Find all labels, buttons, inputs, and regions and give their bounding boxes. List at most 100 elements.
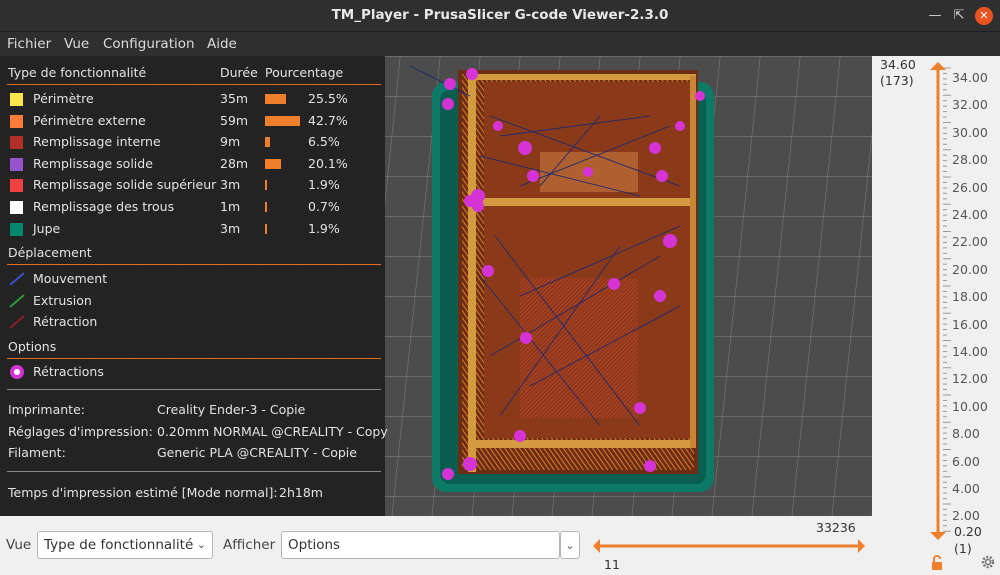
layer-tick-label: 30.00	[952, 124, 988, 140]
feature-row[interactable]: Remplissage interne 9m 6.5%	[0, 132, 380, 152]
legend-header-duration: Durée	[220, 65, 258, 80]
show-options-dropdown-button[interactable]: ⌄	[560, 531, 580, 559]
travel-row[interactable]: Rétraction	[0, 312, 380, 332]
feature-color-swatch	[10, 157, 23, 171]
feature-percent-bar	[265, 115, 300, 126]
layer-tick-label: 10.00	[952, 398, 988, 414]
legend-divider	[7, 84, 381, 85]
feature-percent-bar	[265, 158, 282, 169]
chevron-down-icon: ⌄	[196, 538, 206, 551]
layer-tick-label: 12.00	[952, 371, 988, 387]
show-label: Afficher	[223, 537, 276, 553]
feature-row[interactable]: Périmètre 35m 25.5%	[0, 89, 380, 109]
info-label: Imprimante:	[8, 402, 85, 417]
info-value: 0.20mm NORMAL @CREALITY - Copy	[157, 423, 388, 439]
retraction-icon	[10, 365, 24, 379]
feature-duration: 3m	[220, 177, 241, 193]
lock-icon[interactable]	[929, 555, 945, 571]
layer-tick-label: 2.00	[952, 508, 980, 524]
layer-top-index: (173)	[880, 73, 914, 88]
feature-label: Périmètre	[33, 91, 94, 106]
view-type-select[interactable]: Type de fonctionnalité ⌄	[37, 531, 213, 559]
feature-color-swatch	[10, 222, 23, 236]
legend-divider	[7, 264, 381, 265]
view-type-value: Type de fonctionnalité	[44, 537, 194, 553]
travel-label: Extrusion	[33, 292, 92, 308]
feature-label: Remplissage solide	[33, 155, 153, 171]
feature-color-swatch	[10, 114, 23, 128]
feature-percent-bar	[265, 137, 271, 148]
menu-bar: Fichier Vue Configuration Aide	[0, 32, 1000, 56]
menu-aide[interactable]: Aide	[207, 36, 237, 52]
moves-right-thumb[interactable]	[858, 539, 865, 553]
layer-bottom-value: 0.20	[954, 524, 982, 539]
moves-left-thumb[interactable]	[593, 539, 600, 553]
moves-max-value: 33236	[816, 520, 856, 535]
show-options-input[interactable]: Options	[281, 531, 560, 559]
bottom-toolbar: Vue Type de fonctionnalité ⌄ Afficher Op…	[0, 516, 872, 575]
moves-min-value: 11	[604, 557, 620, 572]
travel-line-icon	[9, 293, 25, 308]
feature-percent: 1.9%	[308, 220, 340, 236]
close-icon[interactable]: ✕	[975, 7, 993, 25]
legend-travel-title: Déplacement	[8, 245, 92, 260]
legend-header-feature: Type de fonctionnalité	[8, 65, 147, 80]
info-row: Réglages d'impression: 0.20mm NORMAL @CRE…	[0, 422, 388, 442]
show-options-value: Options	[288, 537, 341, 553]
layer-tick-marks	[943, 67, 951, 532]
feature-row[interactable]: Périmètre externe 59m 42.7%	[0, 111, 380, 131]
feature-percent: 0.7%	[308, 199, 340, 214]
layer-tick-label: 28.00	[952, 152, 988, 168]
feature-duration: 3m	[220, 220, 241, 236]
layer-tick-label: 22.00	[952, 234, 988, 250]
feature-label: Remplissage interne	[33, 134, 161, 150]
menu-vue[interactable]: Vue	[64, 36, 89, 52]
legend-header-percentage: Pourcentage	[265, 65, 344, 80]
view-label: Vue	[6, 537, 32, 553]
chevron-down-icon: ⌄	[565, 539, 575, 552]
feature-duration: 35m	[220, 91, 249, 106]
option-retractions[interactable]: Rétractions	[0, 362, 380, 382]
maximize-icon[interactable]: ⇱	[950, 7, 968, 25]
layer-tick-label: 32.00	[952, 97, 988, 113]
legend-divider	[7, 389, 381, 390]
travel-row[interactable]: Extrusion	[0, 291, 380, 311]
info-value: Creality Ender-3 - Copie	[157, 402, 306, 417]
feature-label: Jupe	[33, 220, 61, 236]
layer-tick-label: 16.00	[952, 316, 988, 332]
menu-configuration[interactable]: Configuration	[103, 36, 195, 52]
feature-duration: 9m	[220, 134, 241, 150]
feature-duration: 59m	[220, 112, 249, 128]
info-label: Filament:	[8, 445, 66, 460]
layer-tick-label: 18.00	[952, 289, 988, 305]
feature-percent-bar	[265, 94, 286, 104]
cog-icon[interactable]	[980, 554, 996, 570]
feature-row[interactable]: Remplissage des trous 1m 0.7%	[0, 197, 380, 217]
feature-duration: 28m	[220, 155, 249, 171]
feature-percent: 25.5%	[308, 91, 348, 106]
feature-color-swatch	[10, 136, 23, 150]
feature-row[interactable]: Remplissage solide 28m 20.1%	[0, 154, 380, 174]
layer-tick-label: 26.00	[952, 179, 988, 195]
moves-slider[interactable]	[592, 536, 866, 556]
minimize-icon[interactable]: —	[926, 7, 944, 25]
layer-tick-label: 6.00	[952, 453, 980, 469]
travel-row[interactable]: Mouvement	[0, 269, 380, 289]
feature-row[interactable]: Jupe 3m 1.9%	[0, 219, 380, 239]
feature-percent-bar	[265, 223, 267, 234]
feature-percent: 1.9%	[308, 177, 340, 193]
layer-top-value: 34.60	[880, 57, 916, 72]
feature-row[interactable]: Remplissage solide supérieur 3m 1.9%	[0, 175, 380, 195]
menu-fichier[interactable]: Fichier	[7, 36, 51, 52]
legend-options-title: Options	[8, 339, 57, 354]
window-title: TM_Player - PrusaSlicer G-code Viewer-2.…	[331, 7, 669, 23]
legend-panel: Type de fonctionnalité Durée Pourcentage…	[0, 56, 388, 516]
info-label: Réglages d'impression:	[8, 423, 153, 439]
feature-label: Remplissage solide supérieur	[33, 177, 217, 193]
layer-tick-label: 8.00	[952, 426, 980, 442]
feature-label: Périmètre externe	[33, 112, 146, 128]
feature-percent-bar	[265, 202, 267, 212]
feature-color-swatch	[10, 93, 23, 106]
layer-tick-label: 34.00	[952, 70, 988, 85]
legend-divider	[7, 358, 381, 359]
